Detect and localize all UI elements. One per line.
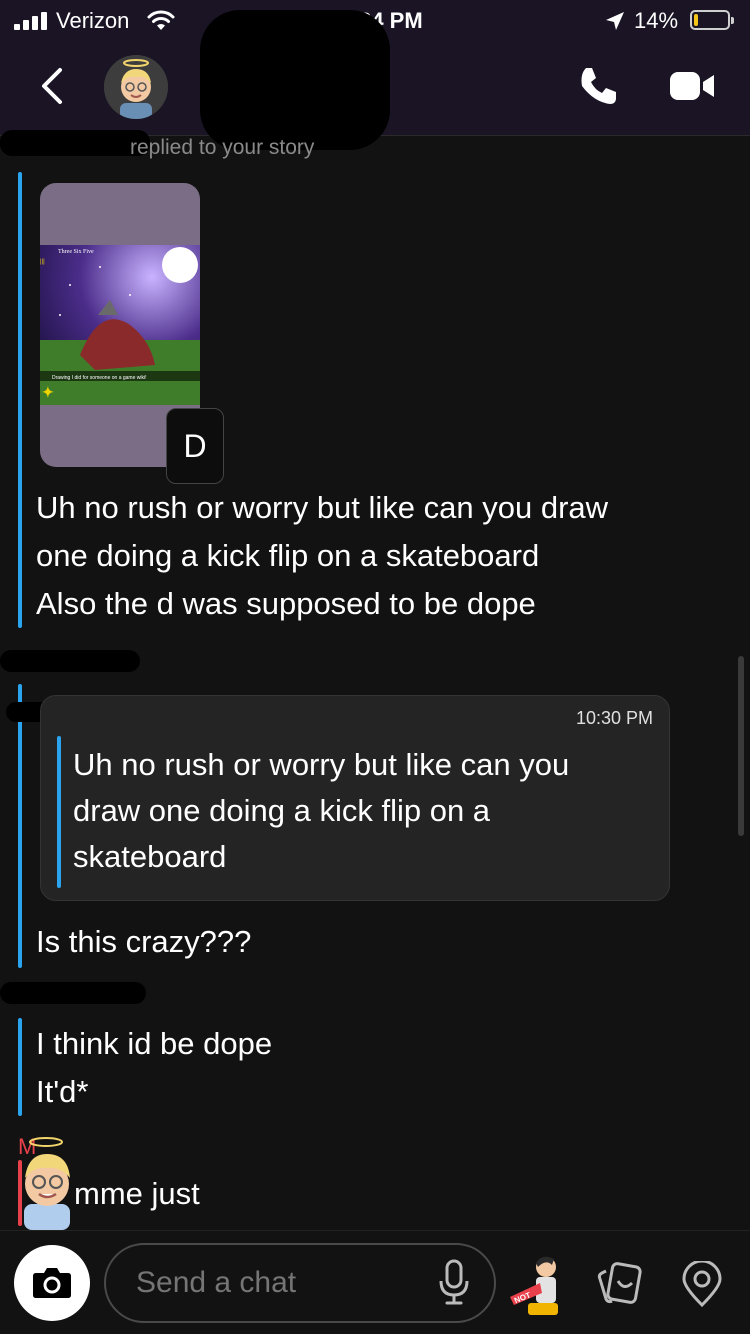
my-message-bar	[18, 1018, 22, 1116]
my-message-bar	[18, 172, 22, 628]
redacted-sender	[0, 130, 150, 156]
redacted-name	[200, 10, 390, 150]
battery-icon	[690, 10, 734, 30]
message-text: mme just	[74, 1176, 200, 1211]
microphone-icon[interactable]	[438, 1259, 470, 1305]
svg-text:NOT: NOT	[513, 1290, 532, 1305]
camera-icon	[33, 1268, 71, 1298]
svg-text:|||: |||	[40, 259, 45, 265]
sticker-icon[interactable]: NOT	[506, 1253, 572, 1319]
quote-text: Uh no rush or worry but like can you dra…	[73, 747, 570, 874]
chat-header	[0, 10, 750, 150]
back-chevron-icon[interactable]	[34, 64, 74, 108]
quoted-message[interactable]: 10:30 PM Uh no rush or worry but like ca…	[40, 695, 670, 901]
camera-button[interactable]	[14, 1245, 90, 1321]
message-text: Uh no rush or worry but like can you dra…	[36, 490, 609, 621]
quote-timestamp: 10:30 PM	[575, 708, 653, 728]
cards-icon[interactable]	[596, 1261, 644, 1307]
my-message-bar	[18, 684, 22, 968]
location-arrow-icon	[606, 12, 624, 30]
story-song: Three Six Five	[58, 249, 94, 255]
quote-bar	[57, 736, 61, 888]
svg-text:✦: ✦	[42, 384, 54, 400]
battery-percent: 14%	[634, 8, 679, 33]
message-text: I think id be dope It'd*	[36, 1026, 273, 1109]
redacted-sender	[0, 982, 146, 1004]
phone-icon[interactable]	[576, 64, 620, 108]
redacted-sender	[0, 650, 140, 672]
story-image: ||| Three Six Five Drawing I did for som…	[40, 245, 200, 405]
composer-bar: NOT	[0, 1230, 750, 1334]
story-caption: Drawing I did for someone on a game wiki…	[52, 375, 147, 381]
video-icon[interactable]	[668, 70, 716, 102]
message-text: Is this crazy???	[36, 924, 252, 959]
reply-letter: D	[166, 408, 224, 484]
friend-avatar[interactable]	[104, 55, 168, 119]
location-icon[interactable]	[680, 1261, 724, 1307]
scrollbar[interactable]	[738, 656, 744, 836]
replied-label: replied to your story	[130, 136, 315, 159]
